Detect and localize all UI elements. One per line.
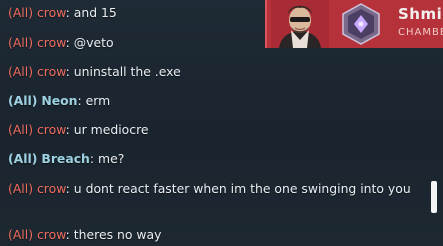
chat-channel-tag: (All): [8, 5, 34, 20]
player-name: Shmic: [398, 5, 443, 23]
chat-sender: Breach: [41, 151, 90, 166]
chat-message: (All) crow: theres no way: [8, 227, 162, 242]
chat-text: @veto: [73, 35, 114, 50]
chat-message: (All) crow: u dont react faster when im …: [8, 181, 411, 196]
chat-text: uninstall the .exe: [73, 64, 181, 79]
chat-text: ur mediocre: [73, 122, 149, 137]
agent-portrait-icon: [271, 0, 329, 48]
chat-text: me?: [98, 151, 125, 166]
chat-channel-tag: (All): [8, 227, 34, 242]
chat-sender: crow: [36, 227, 66, 242]
chat-message: (All) Neon: erm: [8, 93, 111, 108]
player-card: Shmic CHAMBE: [265, 0, 443, 48]
chat-scrollbar-thumb[interactable]: [431, 181, 437, 213]
chat-message: (All) Breach: me?: [8, 151, 125, 166]
chat-sender: crow: [36, 35, 66, 50]
chat-message: (All) crow: uninstall the .exe: [8, 64, 181, 79]
chat-channel-tag: (All): [8, 122, 34, 137]
chat-sender: Neon: [41, 93, 78, 108]
rank-badge-icon: [342, 3, 380, 45]
chat-channel-tag: (All): [8, 181, 34, 196]
chat-channel-tag: (All): [8, 93, 38, 108]
player-agent: CHAMBE: [398, 27, 443, 38]
chat-sender: crow: [36, 181, 66, 196]
chat-text: u dont react faster when im the one swin…: [73, 181, 411, 196]
chat-message: (All) crow: ur mediocre: [8, 122, 149, 137]
chat-text: theres no way: [73, 227, 162, 242]
chat-channel-tag: (All): [8, 64, 34, 79]
chat-channel-tag: (All): [8, 151, 38, 166]
chat-channel-tag: (All): [8, 35, 34, 50]
chat-sender: crow: [36, 5, 66, 20]
chat-sender: crow: [36, 122, 66, 137]
chat-text: erm: [85, 93, 111, 108]
chat-text: and 15: [73, 5, 117, 20]
chat-sender: crow: [36, 64, 66, 79]
